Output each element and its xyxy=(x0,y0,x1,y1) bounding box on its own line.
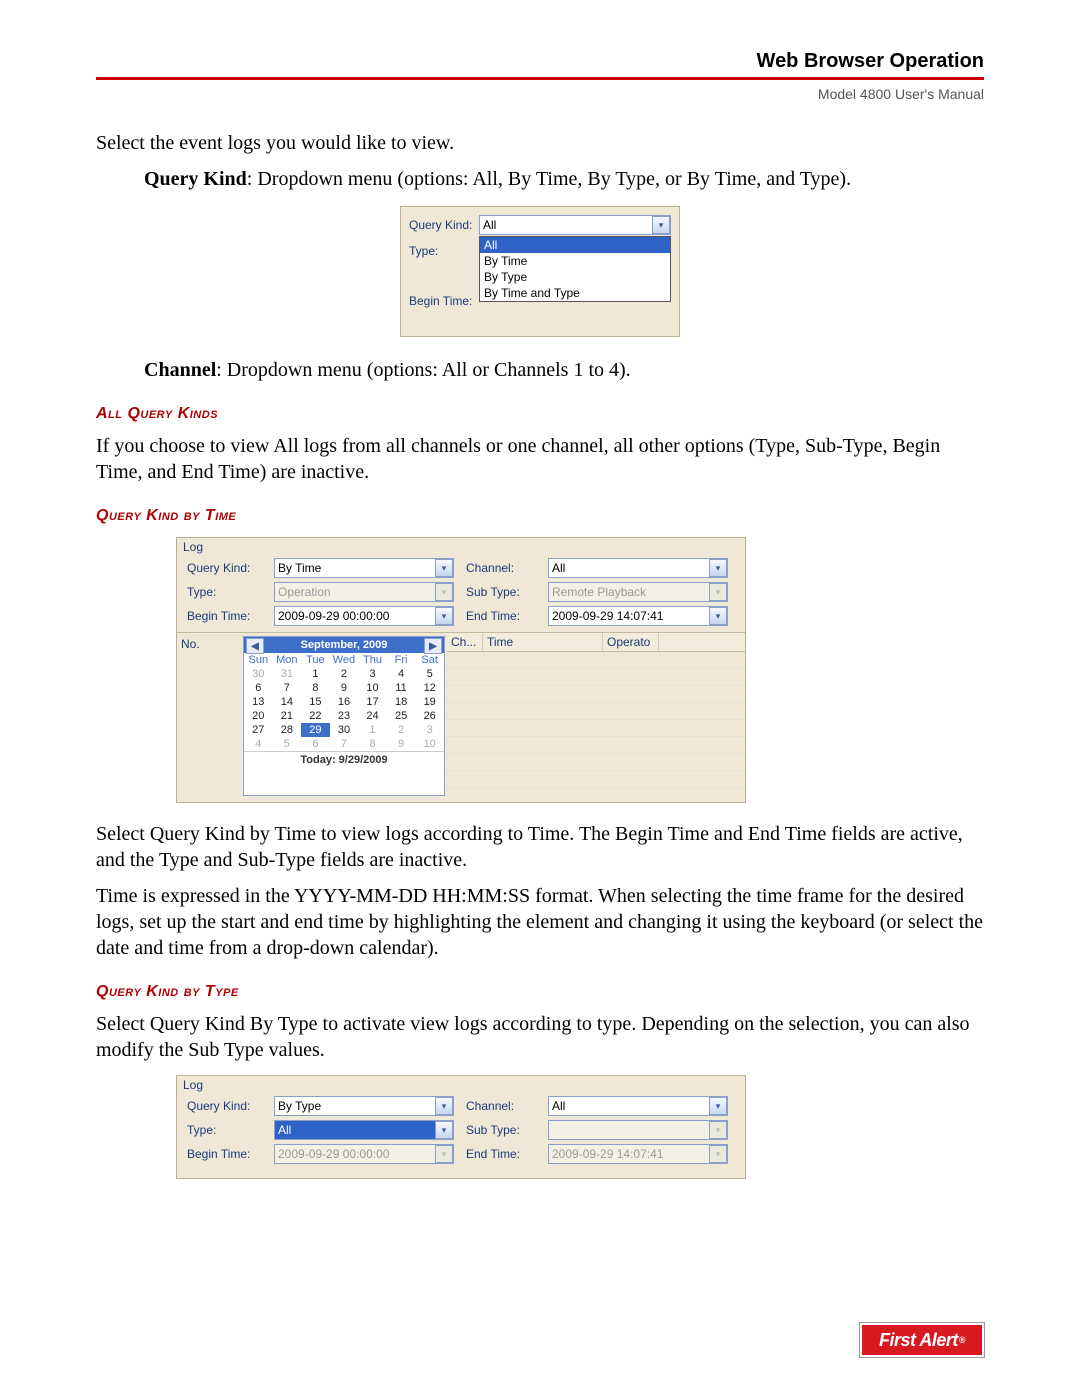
query-kind-dropdown-figure: Query Kind: All ▾ All By Time By Type By… xyxy=(400,206,680,337)
begin-time-label: Begin Time: xyxy=(409,294,479,308)
type-text: Select Query Kind By Type to activate vi… xyxy=(96,1011,984,1063)
query-kind-description: Query Kind: Dropdown menu (options: All,… xyxy=(144,166,984,192)
combo-value: All xyxy=(552,559,565,577)
subtype-combo: ▾ xyxy=(548,1120,728,1140)
qk-combo[interactable]: All ▾ xyxy=(479,215,671,235)
input-value: 2009-09-29 14:07:41 xyxy=(552,607,663,625)
log-by-type-figure: Log Query Kind: By Type ▾ Channel: All ▾ T… xyxy=(176,1075,746,1179)
begin-time-input: 2009-09-29 00:00:00 ▾ xyxy=(274,1144,454,1164)
channel-label: Channel: xyxy=(466,1099,536,1113)
calendar-footer[interactable]: Today: 9/29/2009 xyxy=(244,751,444,768)
combo-value: By Type xyxy=(278,1097,321,1115)
chevron-down-icon: ▾ xyxy=(435,583,453,601)
subtype-combo: Remote Playback ▾ xyxy=(548,582,728,602)
time-p1: Select Query Kind by Time to view logs a… xyxy=(96,821,984,873)
log-legend: Log xyxy=(183,540,745,554)
input-value: 2009-09-29 14:07:41 xyxy=(552,1145,663,1163)
intro-paragraph: Select the event logs you would like to … xyxy=(96,130,984,156)
type-combo: Operation ▾ xyxy=(274,582,454,602)
qk-combo[interactable]: By Type ▾ xyxy=(274,1096,454,1116)
end-time-input[interactable]: 2009-09-29 14:07:41 ▾ xyxy=(548,606,728,626)
type-combo[interactable]: All ▾ xyxy=(274,1120,454,1140)
page-header-subtitle: Model 4800 User's Manual xyxy=(96,86,984,102)
chevron-down-icon[interactable]: ▾ xyxy=(709,559,727,577)
combo-value: Operation xyxy=(278,583,331,601)
qk-combo-value: All xyxy=(483,216,496,234)
channel-label: Channel xyxy=(144,359,216,381)
chevron-down-icon: ▾ xyxy=(435,1145,453,1163)
chevron-down-icon: ▾ xyxy=(709,1121,727,1139)
end-label: End Time: xyxy=(466,1147,536,1161)
qk-label: Query Kind: xyxy=(409,218,479,232)
channel-combo[interactable]: All ▾ xyxy=(548,1096,728,1116)
qk-combo[interactable]: By Time ▾ xyxy=(274,558,454,578)
page-header-title: Web Browser Operation xyxy=(96,50,984,73)
all-query-kinds-text: If you choose to view All logs from all … xyxy=(96,433,984,485)
log-legend: Log xyxy=(183,1078,745,1092)
log-col-ch: Ch... xyxy=(447,633,483,651)
calendar-title: September, 2009 xyxy=(301,639,388,651)
subtype-label: Sub Type: xyxy=(466,1123,536,1137)
log-col-operato: Operato xyxy=(603,633,659,651)
begin-time-input[interactable]: 2009-09-29 00:00:00 ▾ xyxy=(274,606,454,626)
header-rule xyxy=(96,77,984,80)
query-kind-text: : Dropdown menu (options: All, By Time, … xyxy=(247,168,851,190)
channel-description: Channel: Dropdown menu (options: All or … xyxy=(144,357,984,383)
chevron-down-icon[interactable]: ▾ xyxy=(435,1097,453,1115)
combo-value: All xyxy=(278,1121,291,1139)
chevron-down-icon[interactable]: ▾ xyxy=(652,216,670,234)
input-value: 2009-09-29 00:00:00 xyxy=(278,607,389,625)
chevron-down-icon[interactable]: ▾ xyxy=(435,559,453,577)
chevron-down-icon: ▾ xyxy=(709,583,727,601)
combo-value: Remote Playback xyxy=(552,583,646,601)
log-by-time-figure: Log Query Kind: By Time ▾ Channel: All ▾ T… xyxy=(176,537,746,803)
qk-label: Query Kind: xyxy=(187,1099,262,1113)
subtype-label: Sub Type: xyxy=(466,585,536,599)
type-label: Type: xyxy=(187,585,262,599)
calendar-grid[interactable]: SunMonTueWedThuFriSat 303112345678910111… xyxy=(244,653,444,751)
input-value: 2009-09-29 00:00:00 xyxy=(278,1145,389,1163)
time-p2: Time is expressed in the YYYY-MM-DD HH:M… xyxy=(96,883,984,961)
channel-label: Channel: xyxy=(466,561,536,575)
begin-label: Begin Time: xyxy=(187,1147,262,1161)
chevron-down-icon: ▾ xyxy=(709,1145,727,1163)
chevron-down-icon[interactable]: ▾ xyxy=(709,607,727,625)
query-kind-by-time-heading: Query Kind by Time xyxy=(96,507,984,525)
all-query-kinds-heading: All Query Kinds xyxy=(96,405,984,423)
channel-combo[interactable]: All ▾ xyxy=(548,558,728,578)
end-time-input: 2009-09-29 14:07:41 ▾ xyxy=(548,1144,728,1164)
first-alert-logo: First Alert® xyxy=(860,1323,984,1357)
calendar-prev-icon[interactable]: ◀ xyxy=(246,638,264,654)
qk-label: Query Kind: xyxy=(187,561,262,575)
calendar-next-icon[interactable]: ▶ xyxy=(424,638,442,654)
no-column-header: No. xyxy=(177,633,243,802)
chevron-down-icon[interactable]: ▾ xyxy=(435,607,453,625)
combo-value: All xyxy=(552,1097,565,1115)
query-kind-label: Query Kind xyxy=(144,168,247,190)
calendar[interactable]: ◀ September, 2009 ▶ SunMonTueWedThuFriSa… xyxy=(243,636,445,796)
type-label: Type: xyxy=(187,1123,262,1137)
chevron-down-icon[interactable]: ▾ xyxy=(709,1097,727,1115)
query-kind-by-type-heading: Query Kind by Type xyxy=(96,983,984,1001)
log-rows xyxy=(447,652,745,802)
combo-value: By Time xyxy=(278,559,321,577)
channel-text: : Dropdown menu (options: All or Channel… xyxy=(216,359,630,381)
chevron-down-icon[interactable]: ▾ xyxy=(435,1121,453,1139)
log-col-time: Time xyxy=(483,633,603,651)
begin-label: Begin Time: xyxy=(187,609,262,623)
log-table: Ch... Time Operato xyxy=(447,633,745,802)
type-label: Type: xyxy=(409,244,479,258)
end-label: End Time: xyxy=(466,609,536,623)
